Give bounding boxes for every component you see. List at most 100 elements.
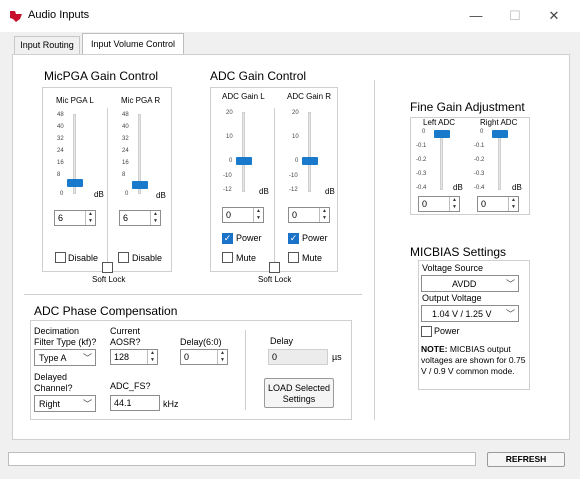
micpga-right-disable-label: Disable: [132, 253, 163, 263]
adc-right-mute-checkbox[interactable]: [288, 252, 299, 263]
fine-right-thumb[interactable]: [492, 130, 508, 138]
adc-divider: [274, 108, 275, 263]
fine-right-label: Right ADC: [480, 118, 518, 127]
refresh-button[interactable]: REFRESH: [487, 452, 565, 467]
micpga-left-disable-label: Disable: [68, 253, 99, 263]
adc-right-power-checkbox[interactable]: ✓: [288, 233, 299, 244]
adc-left-power-label: Power: [236, 233, 262, 243]
load-selected-settings-button[interactable]: LOAD Selected Settings: [264, 378, 334, 408]
spin-up-icon[interactable]: ▲: [148, 350, 157, 357]
spin-down-icon[interactable]: ▼: [148, 357, 157, 364]
output-voltage-select[interactable]: 1.04 V / 1.25 V ﹀: [421, 305, 519, 322]
status-bar: [8, 452, 476, 466]
ti-logo-icon: [10, 11, 22, 22]
section-divider: [374, 80, 375, 420]
micpga-softlock-label: Soft Lock: [92, 275, 126, 284]
spin-up-icon[interactable]: ▲: [86, 211, 95, 218]
khz-unit: kHz: [163, 399, 179, 409]
fine-left-label: Left ADC: [423, 118, 456, 127]
chevron-down-icon: ﹀: [505, 309, 515, 319]
spin-down-icon[interactable]: ▼: [86, 218, 95, 225]
spin-down-icon[interactable]: ▼: [254, 215, 263, 222]
fine-left-spinbox[interactable]: 0 ▲ ▼: [418, 196, 460, 212]
adc-right-thumb[interactable]: [302, 157, 318, 165]
adc-right-track: [308, 112, 311, 192]
spin-up-icon[interactable]: ▲: [509, 197, 518, 204]
micpga-title: MicPGA Gain Control: [44, 69, 159, 83]
micpga-divider: [107, 108, 108, 263]
micpga-right-slider[interactable]: 48 40 32 24 16 8 0 dB: [122, 112, 168, 200]
voltage-source-select[interactable]: AVDD ﹀: [421, 275, 519, 292]
adc-right-slider[interactable]: 20 10 0 -10 -12 dB: [288, 110, 336, 196]
micbias-note: NOTE: MICBIAS output voltages are shown …: [421, 344, 527, 377]
adc-right-spinbox[interactable]: 0 ▲ ▼: [288, 207, 330, 223]
micpga-right-label: Mic PGA R: [121, 96, 161, 105]
adc-left-power-checkbox[interactable]: ✓: [222, 233, 233, 244]
delay-label: Delay: [270, 336, 294, 346]
micpga-softlock-checkbox[interactable]: [102, 262, 113, 273]
micpga-left-spinbox[interactable]: 6 ▲ ▼: [54, 210, 96, 226]
minimize-button[interactable]: —: [466, 6, 486, 26]
spin-up-icon[interactable]: ▲: [320, 208, 329, 215]
delay60-spinbox[interactable]: 0 ▲ ▼: [180, 349, 228, 365]
maximize-button[interactable]: ☐: [505, 6, 525, 26]
fine-right-slider[interactable]: 0 -0.1 -0.2 -0.3 -0.4 dB: [472, 129, 527, 192]
close-button[interactable]: ✕: [544, 6, 564, 26]
phase-separator: [24, 294, 362, 295]
micbias-power-checkbox[interactable]: [421, 326, 432, 337]
adc-left-mute-checkbox[interactable]: [222, 252, 233, 263]
adc-left-thumb[interactable]: [236, 157, 252, 165]
adc-left-slider[interactable]: 20 10 0 -10 -12 dB: [222, 110, 270, 196]
micbias-power-label: Power: [434, 326, 460, 336]
aosr-spinbox[interactable]: 128 ▲ ▼: [110, 349, 158, 365]
aosr-label-2: AOSR?: [110, 337, 141, 347]
voltage-source-label: Voltage Source: [422, 263, 484, 273]
micbias-title: MICBIAS Settings: [410, 245, 507, 259]
us-unit: µs: [332, 352, 342, 362]
fine-left-thumb[interactable]: [434, 130, 450, 138]
delayed-channel-label-2: Channel?: [34, 383, 73, 393]
spin-down-icon[interactable]: ▼: [218, 357, 227, 364]
spin-up-icon[interactable]: ▲: [254, 208, 263, 215]
spin-up-icon[interactable]: ▲: [151, 211, 160, 218]
phase-inner-divider: [245, 330, 246, 410]
adc-right-mute-label: Mute: [302, 253, 323, 263]
fine-right-spinbox[interactable]: 0 ▲ ▼: [477, 196, 519, 212]
adcfs-input[interactable]: 44.1: [110, 395, 160, 411]
tab-input-routing[interactable]: Input Routing: [14, 36, 80, 54]
spin-down-icon[interactable]: ▼: [320, 215, 329, 222]
delayed-channel-select[interactable]: Right ﹀: [34, 395, 96, 412]
decimation-label-1: Decimation: [34, 326, 80, 336]
micpga-left-thumb[interactable]: [67, 179, 83, 187]
fine-left-slider[interactable]: 0 -0.1 -0.2 -0.3 -0.4 dB: [414, 129, 466, 192]
adc-softlock-label: Soft Lock: [258, 275, 292, 284]
fine-gain-title: Fine Gain Adjustment: [410, 100, 525, 114]
spin-down-icon[interactable]: ▼: [450, 204, 459, 211]
adc-right-power-label: Power: [302, 233, 328, 243]
adc-right-label: ADC Gain R: [287, 92, 332, 101]
adc-left-track: [242, 112, 245, 192]
spin-down-icon[interactable]: ▼: [151, 218, 160, 225]
output-voltage-label: Output Voltage: [422, 293, 482, 303]
spin-up-icon[interactable]: ▲: [218, 350, 227, 357]
adc-left-spinbox[interactable]: 0 ▲ ▼: [222, 207, 264, 223]
window-title: Audio Inputs: [28, 9, 90, 21]
chevron-down-icon: ﹀: [82, 353, 92, 363]
title-bar: Audio Inputs — ☐ ✕: [0, 0, 580, 32]
decimation-select[interactable]: Type A ﹀: [34, 349, 96, 366]
fine-right-track: [498, 132, 501, 190]
adc-softlock-checkbox[interactable]: [269, 262, 280, 273]
spin-down-icon[interactable]: ▼: [509, 204, 518, 211]
spin-up-icon[interactable]: ▲: [450, 197, 459, 204]
micpga-right-disable-checkbox[interactable]: [118, 252, 129, 263]
micpga-left-slider[interactable]: 48 40 32 24 16 8 0 dB: [57, 112, 104, 199]
chevron-down-icon: ﹀: [82, 399, 92, 409]
phase-title: ADC Phase Compensation: [34, 304, 178, 318]
micpga-left-label: Mic PGA L: [56, 96, 94, 105]
micpga-right-spinbox[interactable]: 6 ▲ ▼: [119, 210, 161, 226]
tab-input-volume-control[interactable]: Input Volume Control: [82, 33, 184, 55]
micpga-right-thumb[interactable]: [132, 181, 148, 189]
aosr-label-1: Current: [110, 326, 141, 336]
chevron-down-icon: ﹀: [505, 279, 515, 289]
micpga-left-disable-checkbox[interactable]: [55, 252, 66, 263]
